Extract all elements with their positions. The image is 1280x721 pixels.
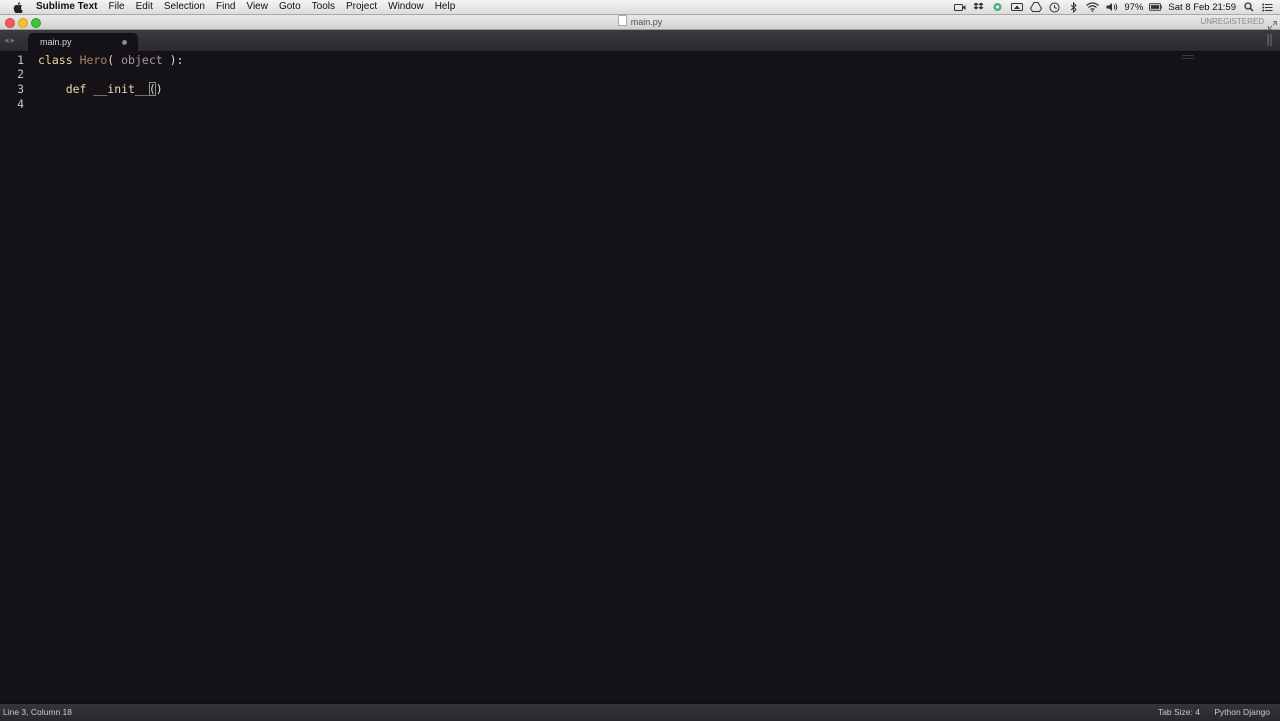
code-token: Hero [79,53,108,67]
code-token: ( [148,82,156,96]
menu-app-name[interactable]: Sublime Text [36,0,98,14]
code-token: ) [155,82,163,96]
line-number: 3 [17,82,24,96]
menu-window[interactable]: Window [388,0,424,14]
facetime-icon[interactable] [953,2,966,12]
tab-label: main.py [40,37,72,47]
document-icon [617,15,627,26]
menu-help[interactable]: Help [435,0,456,14]
menu-file[interactable]: File [109,0,125,14]
bluetooth-icon[interactable] [1067,1,1080,13]
code-token: object [121,53,163,67]
fullscreen-icon[interactable] [1268,17,1277,30]
battery-percent[interactable]: 97% [1124,2,1143,13]
notification-center-icon[interactable] [1261,2,1274,12]
code-line[interactable]: class Hero( object ): [38,53,183,68]
status-bar: Line 3, Column 18 Tab Size: 4 Python Dja… [0,703,1280,721]
window-title-text: main.py [630,17,663,27]
line-number: 4 [17,97,24,111]
menu-goto[interactable]: Goto [279,0,301,14]
gdrive-icon[interactable] [1029,2,1042,12]
window-title-bar[interactable]: main.py UNREGISTERED [0,15,1280,30]
window-title: main.py [0,15,1280,29]
menu-selection[interactable]: Selection [164,0,205,14]
menu-extras: 97% Sat 8 Feb 21:59 [953,0,1280,14]
code-editor[interactable]: 1 2 3 4 class Hero( object ): def __init… [0,52,1280,703]
time-machine-icon[interactable] [1048,2,1061,12]
menu-view[interactable]: View [246,0,268,14]
unsaved-dot-icon[interactable] [122,40,127,45]
menu-project[interactable]: Project [346,0,377,14]
apple-menu-icon[interactable] [13,1,27,13]
line-number: 1 [17,53,24,67]
code-token: class [38,53,73,67]
menu-edit[interactable]: Edit [136,0,153,14]
display-icon[interactable] [1010,2,1023,12]
tab-overflow-icon[interactable] [1267,33,1276,47]
wifi-icon[interactable] [1086,2,1100,12]
tab-bar: ◂▸ main.py [0,30,1280,52]
clock[interactable]: Sat 8 Feb 21:59 [1168,2,1236,13]
code-token: def [65,82,87,96]
tab-main-py[interactable]: main.py [28,33,138,52]
volume-icon[interactable] [1105,2,1118,12]
code-token: ( [107,53,122,67]
app-icon[interactable] [991,2,1004,12]
menu-find[interactable]: Find [216,0,235,14]
code-token: ): [162,53,184,67]
code-token: __init__ [93,82,149,96]
cursor-position: Line 3, Column 18 [3,707,72,717]
menu-tools[interactable]: Tools [312,0,335,14]
tab-navigation-arrows-icon[interactable]: ◂▸ [4,35,17,46]
minimap-viewport[interactable] [1182,55,1194,59]
spotlight-icon[interactable] [1242,2,1255,12]
unregistered-label: UNREGISTERED [1200,17,1264,26]
syntax-selector[interactable]: Python Django [1214,707,1270,717]
code-line[interactable]: def __init__() [38,82,163,97]
tab-size-selector[interactable]: Tab Size: 4 [1158,707,1200,717]
battery-icon[interactable] [1149,2,1163,12]
dropbox-icon[interactable] [972,2,985,12]
system-menu-bar: Sublime Text File Edit Selection Find Vi… [0,0,1280,15]
line-number: 2 [17,67,24,81]
